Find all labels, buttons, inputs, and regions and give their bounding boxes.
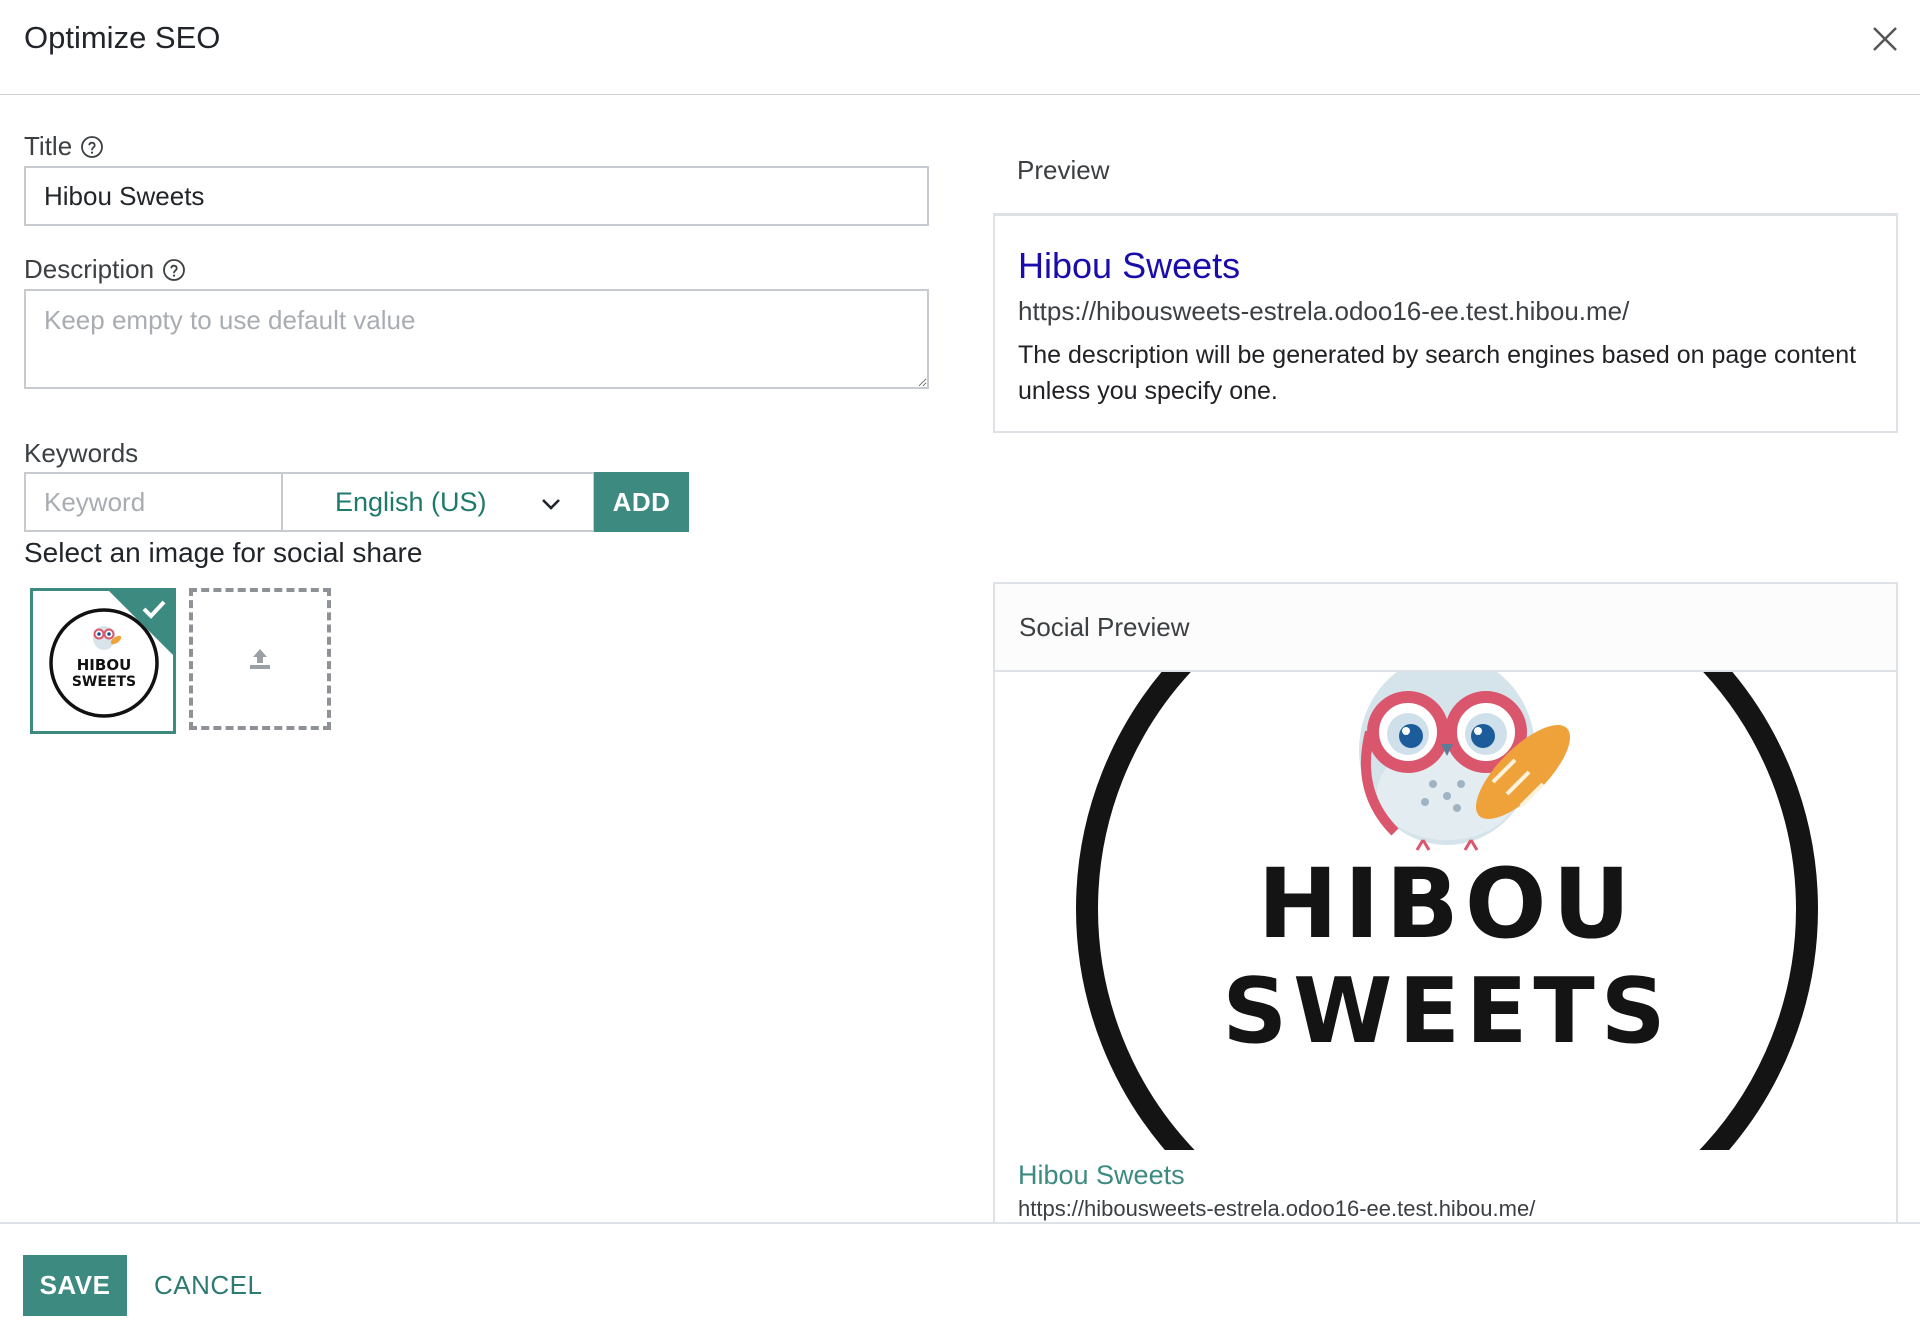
- title-label: Title: [24, 131, 104, 162]
- language-select[interactable]: English (US): [282, 472, 595, 532]
- dialog-title: Optimize SEO: [24, 20, 221, 55]
- add-keyword-button[interactable]: ADD: [594, 472, 689, 532]
- save-button[interactable]: SAVE: [23, 1255, 127, 1316]
- social-preview-url: https://hibousweets-estrela.odoo16-ee.te…: [1018, 1196, 1536, 1221]
- social-preview-title[interactable]: Hibou Sweets: [1018, 1160, 1185, 1191]
- preview-url: https://hibousweets-estrela.odoo16-ee.te…: [1018, 296, 1630, 326]
- social-image-thumbnail-selected[interactable]: HIBOU SWEETS: [30, 588, 176, 734]
- cancel-button[interactable]: CANCEL: [140, 1255, 276, 1316]
- title-label-text: Title: [24, 131, 73, 161]
- title-input[interactable]: [24, 166, 929, 226]
- social-preview-image: HIBOU SWEETS: [1076, 672, 1818, 1150]
- help-circle-icon[interactable]: [80, 135, 104, 159]
- checkmark-icon: [142, 600, 166, 619]
- svg-text:HIBOU: HIBOU: [77, 656, 132, 674]
- svg-text:SWEETS: SWEETS: [72, 674, 136, 690]
- keywords-label: Keywords: [24, 438, 138, 469]
- preview-description: The description will be generated by sea…: [1018, 341, 1857, 405]
- social-preview-label: Social Preview: [1019, 612, 1190, 642]
- description-label-text: Description: [24, 254, 155, 284]
- preview-title: Hibou Sweets: [1018, 245, 1241, 286]
- chevron-down-icon: [542, 499, 560, 510]
- upload-icon: [250, 649, 270, 669]
- keywords-label-text: Keywords: [24, 438, 139, 468]
- social-preview-header: Social Preview: [995, 584, 1896, 672]
- logo-line1: HIBOU: [1258, 848, 1637, 960]
- language-selected-value: English (US): [335, 486, 487, 517]
- logo-line2: SWEETS: [1222, 959, 1671, 1064]
- close-icon[interactable]: [1866, 20, 1904, 58]
- owl-mascot-icon: [1359, 672, 1571, 851]
- help-circle-icon[interactable]: [162, 258, 186, 282]
- social-preview-card: Social Preview HIBOU SWEETS: [993, 582, 1898, 1227]
- dialog-footer: [0, 1222, 1920, 1337]
- description-textarea[interactable]: [24, 289, 929, 389]
- dialog-header: Optimize SEO: [0, 0, 1920, 95]
- upload-image-button[interactable]: [189, 588, 331, 730]
- keyword-input[interactable]: [24, 472, 283, 532]
- preview-label: Preview: [1017, 155, 1110, 185]
- social-image-label: Select an image for social share: [24, 537, 423, 568]
- description-label: Description: [24, 254, 186, 285]
